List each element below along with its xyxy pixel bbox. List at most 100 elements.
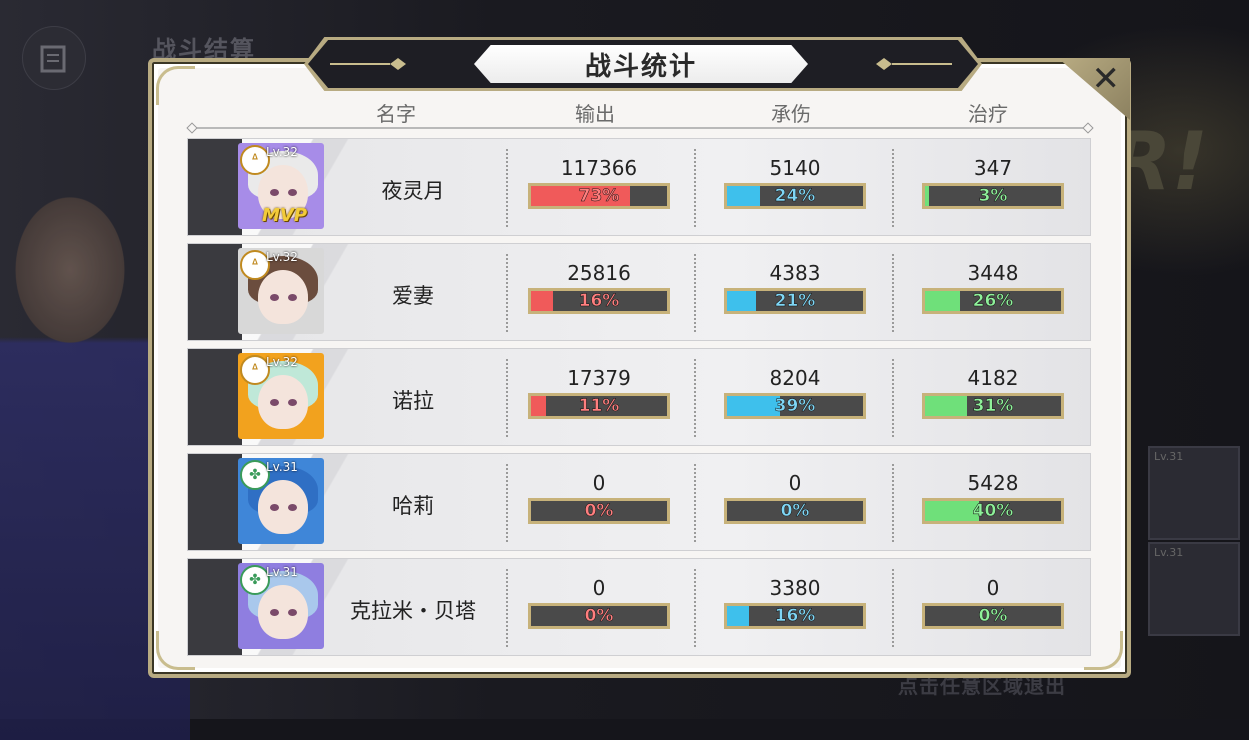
character-avatar: ✤ Lv.31 bbox=[238, 563, 324, 649]
background-card: Lv.31 bbox=[1148, 542, 1240, 636]
stat-bar: 0% bbox=[922, 603, 1064, 629]
column-separator bbox=[506, 359, 508, 437]
stat-heal: 347 3% bbox=[922, 157, 1064, 209]
stat-heal: 5428 40% bbox=[922, 472, 1064, 524]
stat-value: 0 bbox=[986, 576, 1000, 600]
stat-value: 5428 bbox=[967, 471, 1019, 495]
stat-value: 0 bbox=[788, 471, 802, 495]
table-row: ᐞ Lv.32 爱妻 25816 16% 4383 21% 3448 26% bbox=[187, 243, 1091, 341]
stat-value: 25816 bbox=[567, 261, 631, 285]
column-header-healing: 治疗 bbox=[968, 102, 1008, 126]
stat-percent: 0% bbox=[780, 501, 810, 521]
stat-percent: 16% bbox=[578, 291, 620, 311]
stat-taken: 3380 16% bbox=[724, 577, 866, 629]
title-ornament-icon bbox=[330, 58, 406, 70]
column-separator bbox=[694, 149, 696, 227]
background-card: Lv.31 bbox=[1148, 446, 1240, 540]
stat-percent: 3% bbox=[978, 186, 1008, 206]
column-separator bbox=[892, 254, 894, 332]
stat-percent: 39% bbox=[774, 396, 816, 416]
stat-percent: 11% bbox=[578, 396, 620, 416]
table-row: ✤ Lv.31 哈莉 0 0% 0 0% 5428 40% bbox=[187, 453, 1091, 551]
stat-percent: 0% bbox=[584, 501, 614, 521]
stat-taken: 5140 24% bbox=[724, 157, 866, 209]
level-label: Lv.32 bbox=[266, 355, 298, 369]
mvp-badge: MVP bbox=[262, 205, 308, 226]
table-row: ✤ Lv.31 克拉米・贝塔 0 0% 3380 16% 0 0% bbox=[187, 558, 1091, 656]
stat-value: 4383 bbox=[769, 261, 821, 285]
stat-percent: 21% bbox=[774, 291, 816, 311]
stat-percent: 31% bbox=[972, 396, 1014, 416]
level-label: Lv.32 bbox=[266, 145, 298, 159]
stat-value: 3448 bbox=[967, 261, 1019, 285]
stat-percent: 0% bbox=[978, 606, 1008, 626]
column-separator bbox=[506, 149, 508, 227]
stat-output: 17379 11% bbox=[528, 367, 670, 419]
stat-bar: 0% bbox=[528, 498, 670, 524]
stat-output: 25816 16% bbox=[528, 262, 670, 314]
stat-percent: 16% bbox=[774, 606, 816, 626]
stat-bar: 40% bbox=[922, 498, 1064, 524]
column-separator bbox=[694, 359, 696, 437]
column-separator bbox=[506, 569, 508, 647]
stat-value: 347 bbox=[973, 156, 1013, 180]
stat-bar: 0% bbox=[724, 498, 866, 524]
stat-bar: 21% bbox=[724, 288, 866, 314]
level-label: Lv.31 bbox=[266, 460, 298, 474]
stat-bar: 16% bbox=[724, 603, 866, 629]
level-label: Lv.31 bbox=[266, 565, 298, 579]
stat-bar: 16% bbox=[528, 288, 670, 314]
stat-percent: 26% bbox=[972, 291, 1014, 311]
stat-output: 0 0% bbox=[528, 577, 670, 629]
stat-bar: 31% bbox=[922, 393, 1064, 419]
column-separator bbox=[892, 149, 894, 227]
stat-bar: 39% bbox=[724, 393, 866, 419]
character-avatar: ✤ Lv.31 bbox=[238, 458, 324, 544]
column-separator bbox=[892, 464, 894, 542]
header-divider bbox=[192, 127, 1088, 129]
column-header-damage-taken: 承伤 bbox=[771, 102, 811, 126]
stat-bar: 73% bbox=[528, 183, 670, 209]
character-avatar: ᐞ Lv.32 MVP bbox=[238, 143, 324, 229]
stat-taken: 4383 21% bbox=[724, 262, 866, 314]
character-name: 克拉米・贝塔 bbox=[350, 599, 476, 623]
table-row: ᐞ Lv.32 诺拉 17379 11% 8204 39% 4182 31% bbox=[187, 348, 1091, 446]
level-label: Lv.32 bbox=[266, 250, 298, 264]
column-separator bbox=[506, 464, 508, 542]
stat-taken: 8204 39% bbox=[724, 367, 866, 419]
stat-value: 0 bbox=[592, 471, 606, 495]
character-name: 爱妻 bbox=[392, 284, 434, 308]
character-name: 诺拉 bbox=[392, 389, 434, 413]
stat-bar: 24% bbox=[724, 183, 866, 209]
column-separator bbox=[892, 569, 894, 647]
stat-value: 0 bbox=[592, 576, 606, 600]
stat-bar: 3% bbox=[922, 183, 1064, 209]
stat-value: 17379 bbox=[567, 366, 631, 390]
character-name: 哈莉 bbox=[392, 494, 434, 518]
stat-percent: 40% bbox=[972, 501, 1014, 521]
stat-heal: 0 0% bbox=[922, 577, 1064, 629]
stat-taken: 0 0% bbox=[724, 472, 866, 524]
stat-value: 5140 bbox=[769, 156, 821, 180]
column-header-output: 输出 bbox=[575, 102, 615, 126]
stat-value: 117366 bbox=[560, 156, 638, 180]
notes-icon bbox=[22, 26, 86, 90]
panel-title: 战斗统计 bbox=[584, 51, 697, 82]
stat-percent: 24% bbox=[774, 186, 816, 206]
stat-value: 4182 bbox=[967, 366, 1019, 390]
stat-output: 0 0% bbox=[528, 472, 670, 524]
title-ornament-icon bbox=[876, 58, 952, 70]
stat-bar: 11% bbox=[528, 393, 670, 419]
stat-percent: 73% bbox=[578, 186, 620, 206]
table-row: ᐞ Lv.32 MVP 夜灵月 117366 73% 5140 24% 347 bbox=[187, 138, 1091, 236]
column-separator bbox=[694, 569, 696, 647]
stat-bar: 0% bbox=[528, 603, 670, 629]
column-separator bbox=[694, 254, 696, 332]
character-avatar: ᐞ Lv.32 bbox=[238, 248, 324, 334]
stat-heal: 3448 26% bbox=[922, 262, 1064, 314]
stat-percent: 0% bbox=[584, 606, 614, 626]
title-plate: 战斗统计 bbox=[474, 45, 808, 83]
stat-output: 117366 73% bbox=[528, 157, 670, 209]
corner-ornament bbox=[156, 66, 195, 105]
column-separator bbox=[892, 359, 894, 437]
